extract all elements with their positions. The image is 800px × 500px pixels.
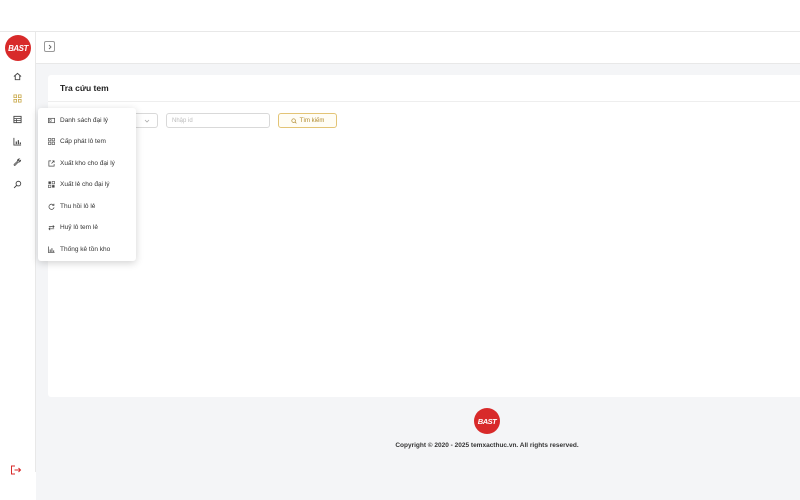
- wrench-icon[interactable]: [11, 156, 23, 168]
- page-title: Tra cứu tem: [60, 83, 109, 93]
- swap-icon: [48, 224, 55, 231]
- menu-item-cap-phat-lo-tem[interactable]: Cấp phát lô tem: [38, 132, 136, 150]
- grid-icon[interactable]: [11, 92, 23, 104]
- menu-item-huy-lo-tem-le[interactable]: Huỷ lô tem lẻ: [38, 218, 136, 236]
- menu-item-label: Xuất kho cho đại lý: [60, 159, 115, 167]
- menu-item-xuat-kho-cho-dai-ly[interactable]: Xuất kho cho đại lý: [38, 154, 136, 172]
- chevron-right-icon: [48, 44, 52, 49]
- menu-item-danh-sach-dai-ly[interactable]: Danh sách đại lý: [38, 111, 136, 129]
- search-button[interactable]: Tìm kiếm: [278, 113, 337, 128]
- submenu-dropdown: Danh sách đại lý Cấp phát lô tem Xuất kh…: [38, 108, 136, 261]
- home-icon[interactable]: [11, 70, 23, 82]
- id-input[interactable]: Nhập id: [166, 113, 270, 128]
- chart-icon[interactable]: [11, 135, 23, 147]
- expand-sidebar-button[interactable]: [44, 41, 55, 52]
- lookup-card: Tra cứu tem Nhập id Tìm kiếm: [48, 75, 800, 397]
- copyright-text: Copyright © 2020 - 2025 temxacthuc.vn. A…: [395, 442, 579, 449]
- logout-icon[interactable]: [10, 462, 22, 475]
- brand-logo-text: BAST: [8, 43, 28, 53]
- search-icon: [291, 117, 297, 124]
- footer-logo: BAST: [474, 408, 500, 434]
- qr-icon: [48, 180, 55, 188]
- menu-item-label: Xuất lẻ cho đại lý: [60, 180, 110, 188]
- brand-logo[interactable]: BAST: [5, 35, 31, 61]
- search-icon[interactable]: [11, 178, 23, 190]
- header-bar: [36, 32, 800, 64]
- bar-chart-icon: [48, 245, 55, 253]
- refresh-icon: [48, 203, 55, 210]
- card-divider: [48, 101, 800, 102]
- sidebar: BAST: [0, 32, 36, 475]
- menu-item-label: Danh sách đại lý: [60, 116, 109, 124]
- search-button-label: Tìm kiếm: [299, 117, 325, 124]
- menu-item-thong-ke-ton-kho[interactable]: Thống kê tồn kho: [38, 240, 136, 258]
- menu-item-xuat-le-cho-dai-ly[interactable]: Xuất lẻ cho đại lý: [38, 175, 136, 193]
- menu-item-label: Cấp phát lô tem: [60, 137, 106, 145]
- menu-item-label: Thống kê tồn kho: [60, 245, 111, 253]
- top-strip: [0, 0, 800, 32]
- type-select[interactable]: [136, 113, 158, 128]
- menu-item-thu-hoi-lo-le[interactable]: Thu hồi lô lẻ: [38, 197, 136, 215]
- export-icon: [48, 160, 55, 167]
- footer-logo-text: BAST: [477, 416, 497, 426]
- card-icon: [48, 117, 55, 124]
- chevron-down-icon: [144, 119, 149, 123]
- grid-icon: [48, 137, 55, 145]
- menu-item-label: Thu hồi lô lẻ: [60, 202, 96, 210]
- menu-item-label: Huỷ lô tem lẻ: [60, 223, 98, 231]
- table-icon[interactable]: [11, 113, 23, 125]
